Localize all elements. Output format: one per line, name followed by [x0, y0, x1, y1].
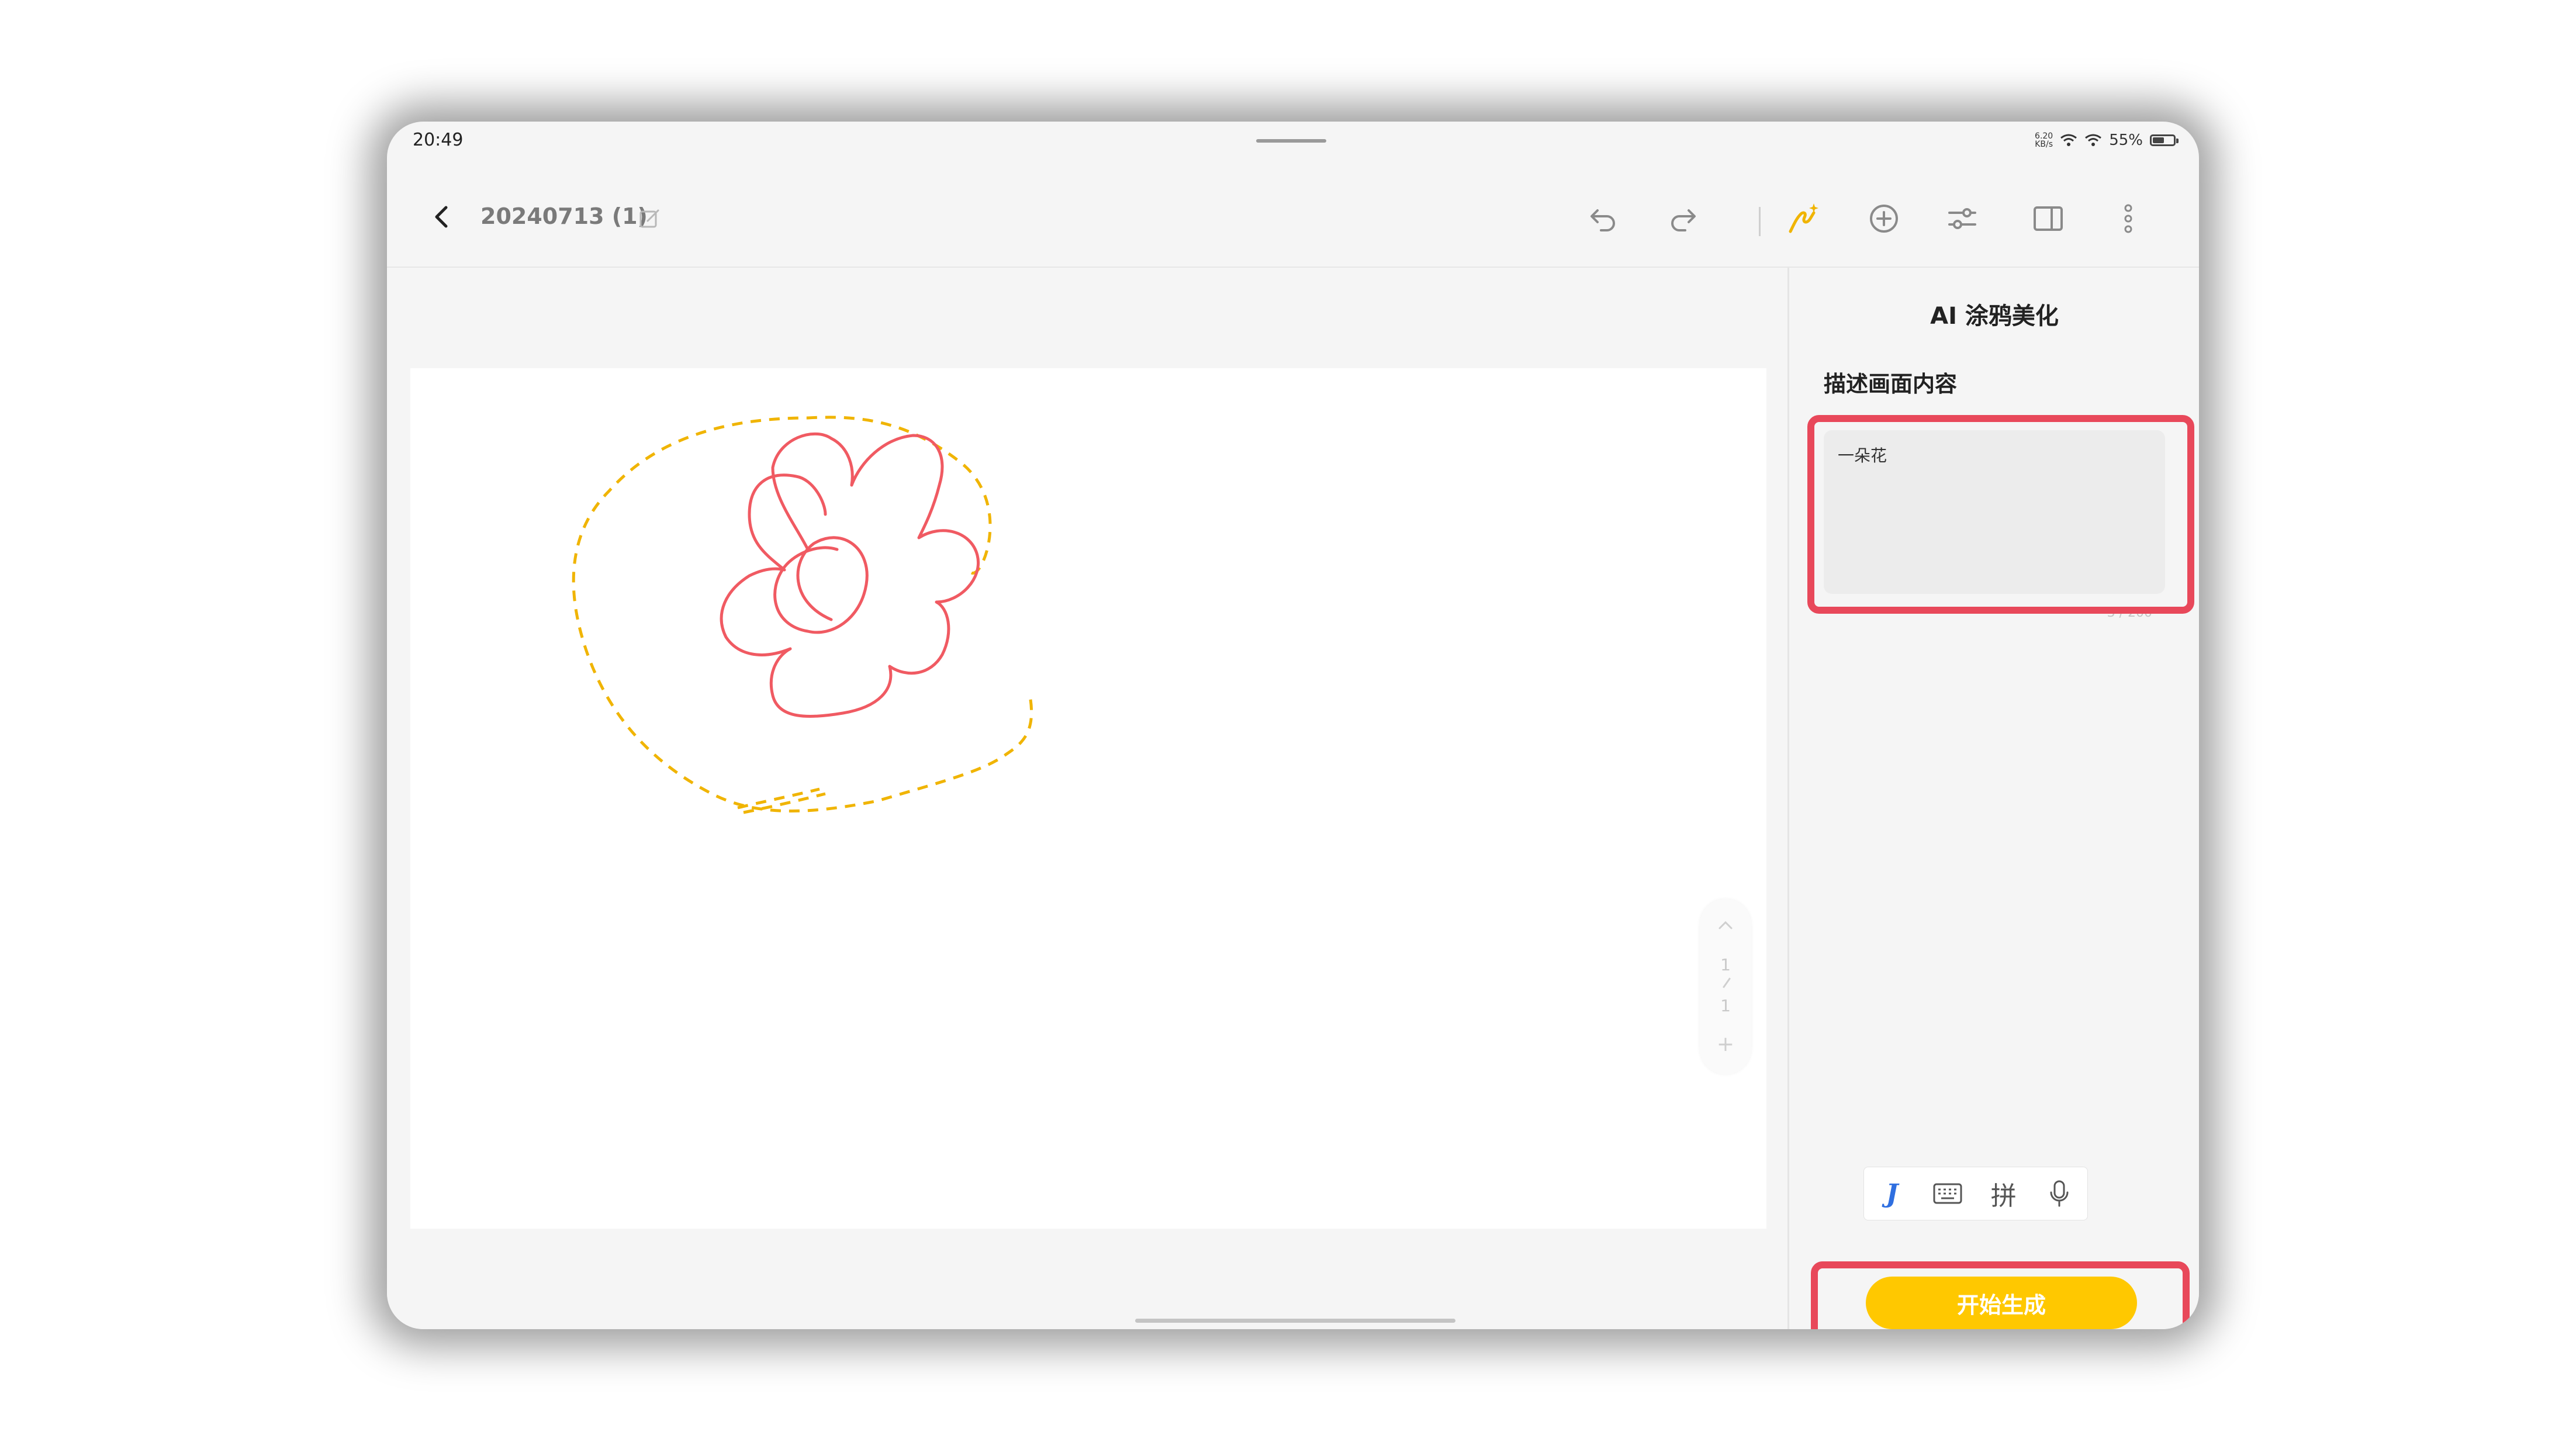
start-button-highlight: [1811, 1261, 2190, 1329]
keyboard-button[interactable]: [1924, 1170, 1971, 1217]
page-navigator: 1 1 +: [1700, 899, 1751, 1074]
handwriting-icon: J: [1886, 1178, 1899, 1209]
network-speed-value: 6.20: [2035, 132, 2053, 141]
canvas-area: 1 1 +: [387, 268, 1790, 1329]
wifi-icon: [2085, 134, 2102, 146]
page-up-button[interactable]: [1714, 913, 1737, 936]
total-page-number: 1: [1720, 996, 1731, 1015]
handwriting-button[interactable]: J: [1869, 1170, 1915, 1217]
panel-title: AI 涂鸦美化: [1930, 303, 2059, 330]
settings-sliders-icon: [1948, 208, 1976, 229]
tablet-screen: 20:49 6.20 KB/s 55% 20240713 (1) 1 1 + A…: [387, 122, 2199, 1329]
lasso-selection[interactable]: [572, 416, 1033, 812]
document-title[interactable]: 20240713 (1): [480, 203, 648, 229]
pinyin-button[interactable]: 拼: [1980, 1170, 2027, 1217]
status-bar: 20:49 6.20 KB/s 55%: [387, 122, 2199, 162]
pinyin-label: 拼: [1990, 1181, 2017, 1211]
split-view-icon: [2034, 206, 2063, 231]
undo-icon: [1590, 209, 1615, 231]
undo-button[interactable]: [1585, 200, 1622, 237]
chevron-up-icon: [1719, 921, 1733, 929]
battery-percent: 55%: [2109, 132, 2143, 149]
back-icon: [435, 206, 448, 228]
multitask-handle[interactable]: [1256, 139, 1326, 143]
flower-doodle[interactable]: [720, 432, 980, 718]
voice-input-button[interactable]: [2036, 1170, 2083, 1217]
description-highlight: [1807, 415, 2194, 614]
more-icon: [2124, 204, 2132, 233]
description-label: 描述画面内容: [1824, 371, 1958, 397]
keyboard-icon: [1933, 1183, 1962, 1204]
page-separator: [1723, 977, 1731, 988]
redo-button[interactable]: [1664, 200, 1702, 237]
ai-doodle-icon: [1789, 203, 1818, 233]
input-method-bar: J 拼: [1863, 1167, 2088, 1220]
battery-level-fill: [2153, 137, 2164, 143]
signal-icon: [2060, 134, 2077, 146]
add-button[interactable]: [1865, 200, 1903, 237]
battery-tip: [2176, 139, 2179, 143]
current-page-number: 1: [1720, 955, 1731, 974]
drawing-page[interactable]: [410, 368, 1766, 1229]
status-indicators: 6.20 KB/s 55%: [2035, 129, 2179, 152]
back-button[interactable]: [422, 196, 463, 237]
add-icon: [1870, 205, 1898, 233]
microphone-icon: [2050, 1180, 2069, 1207]
toolbar: 20240713 (1): [387, 162, 2199, 268]
adjust-button[interactable]: [1944, 200, 1981, 237]
split-view-button[interactable]: [2029, 200, 2067, 237]
ai-doodle-panel: AI 涂鸦美化 描述画面内容 一朵花 3 / 200 J 拼 开始生成: [1790, 268, 2199, 1329]
ai-doodle-button[interactable]: [1786, 200, 1823, 237]
network-speed: 6.20 KB/s: [2035, 132, 2053, 148]
redo-icon: [1671, 209, 1696, 231]
home-indicator[interactable]: [1135, 1319, 1455, 1323]
status-time: 20:49: [413, 130, 464, 150]
toolbar-separator: [1759, 207, 1761, 236]
more-button[interactable]: [2110, 200, 2147, 237]
panel-divider: [1787, 268, 1789, 1329]
drawing-layer[interactable]: [410, 368, 1766, 1229]
add-page-button[interactable]: +: [1714, 1032, 1737, 1056]
edit-icon[interactable]: [638, 207, 662, 230]
battery-icon: [2150, 134, 2179, 146]
network-speed-unit: KB/s: [2035, 140, 2053, 149]
